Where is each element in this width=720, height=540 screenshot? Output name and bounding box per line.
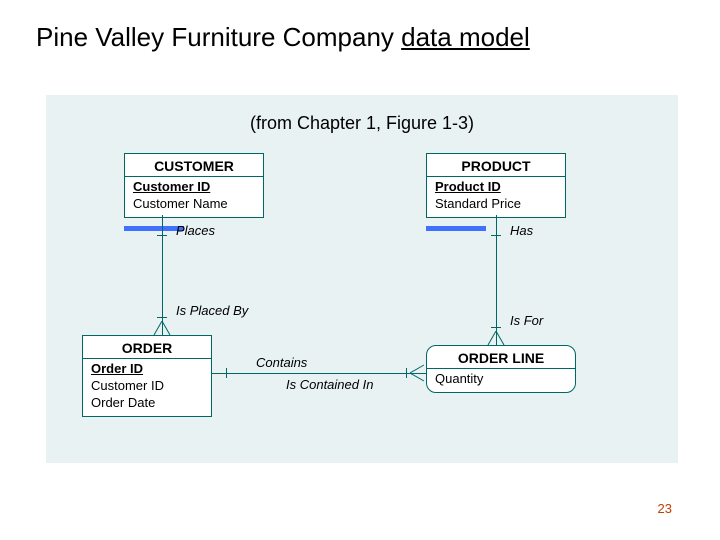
entity-product-name: PRODUCT <box>427 154 565 176</box>
entity-order: ORDER Order ID Customer ID Order Date <box>82 335 212 417</box>
tick-product-side <box>491 235 501 236</box>
entity-product-key: Product ID <box>435 179 557 196</box>
entity-order-attr1: Customer ID <box>91 378 203 395</box>
tick-order-h <box>226 368 227 378</box>
entity-product: PRODUCT Product ID Standard Price <box>426 153 566 218</box>
entity-product-attr: Standard Price <box>435 196 557 213</box>
entity-customer-key: Customer ID <box>133 179 255 196</box>
entity-order-line-attr: Quantity <box>435 371 567 388</box>
crowfoot-order <box>152 321 172 337</box>
rel-contains: Contains <box>256 355 307 370</box>
tick-customer-side <box>157 235 167 236</box>
accent-bar-customer <box>124 226 184 231</box>
entity-customer: CUSTOMER Customer ID Customer Name <box>124 153 264 218</box>
rel-is-contained-in: Is Contained In <box>286 377 373 392</box>
title-pre: Pine Valley Furniture Company <box>36 22 401 52</box>
entity-customer-name: CUSTOMER <box>125 154 263 176</box>
tick-orderline-h <box>406 368 407 378</box>
entity-customer-attr: Customer Name <box>133 196 255 213</box>
entity-order-line-name: ORDER LINE <box>427 346 575 368</box>
rel-is-for: Is For <box>510 313 543 328</box>
rel-is-placed-by: Is Placed By <box>176 303 248 318</box>
title-emph: data model <box>401 22 530 52</box>
page-number: 23 <box>658 501 672 516</box>
entity-order-line: ORDER LINE Quantity <box>426 345 576 393</box>
accent-bar-product <box>426 226 486 231</box>
diagram-canvas: (from Chapter 1, Figure 1-3) CUSTOMER Cu… <box>46 95 678 463</box>
crowfoot-orderline-top <box>486 331 506 347</box>
diagram-subtitle: (from Chapter 1, Figure 1-3) <box>46 113 678 134</box>
tick-orderline-side <box>491 327 501 328</box>
entity-order-key: Order ID <box>91 361 203 378</box>
tick-order-side <box>157 317 167 318</box>
entity-order-name: ORDER <box>83 336 211 358</box>
slide-title: Pine Valley Furniture Company data model <box>36 22 530 53</box>
rel-places: Places <box>176 223 215 238</box>
rel-has: Has <box>510 223 533 238</box>
line-order-orderline <box>212 373 426 374</box>
crowfoot-orderline-left <box>410 363 426 383</box>
entity-order-attr2: Order Date <box>91 395 203 412</box>
